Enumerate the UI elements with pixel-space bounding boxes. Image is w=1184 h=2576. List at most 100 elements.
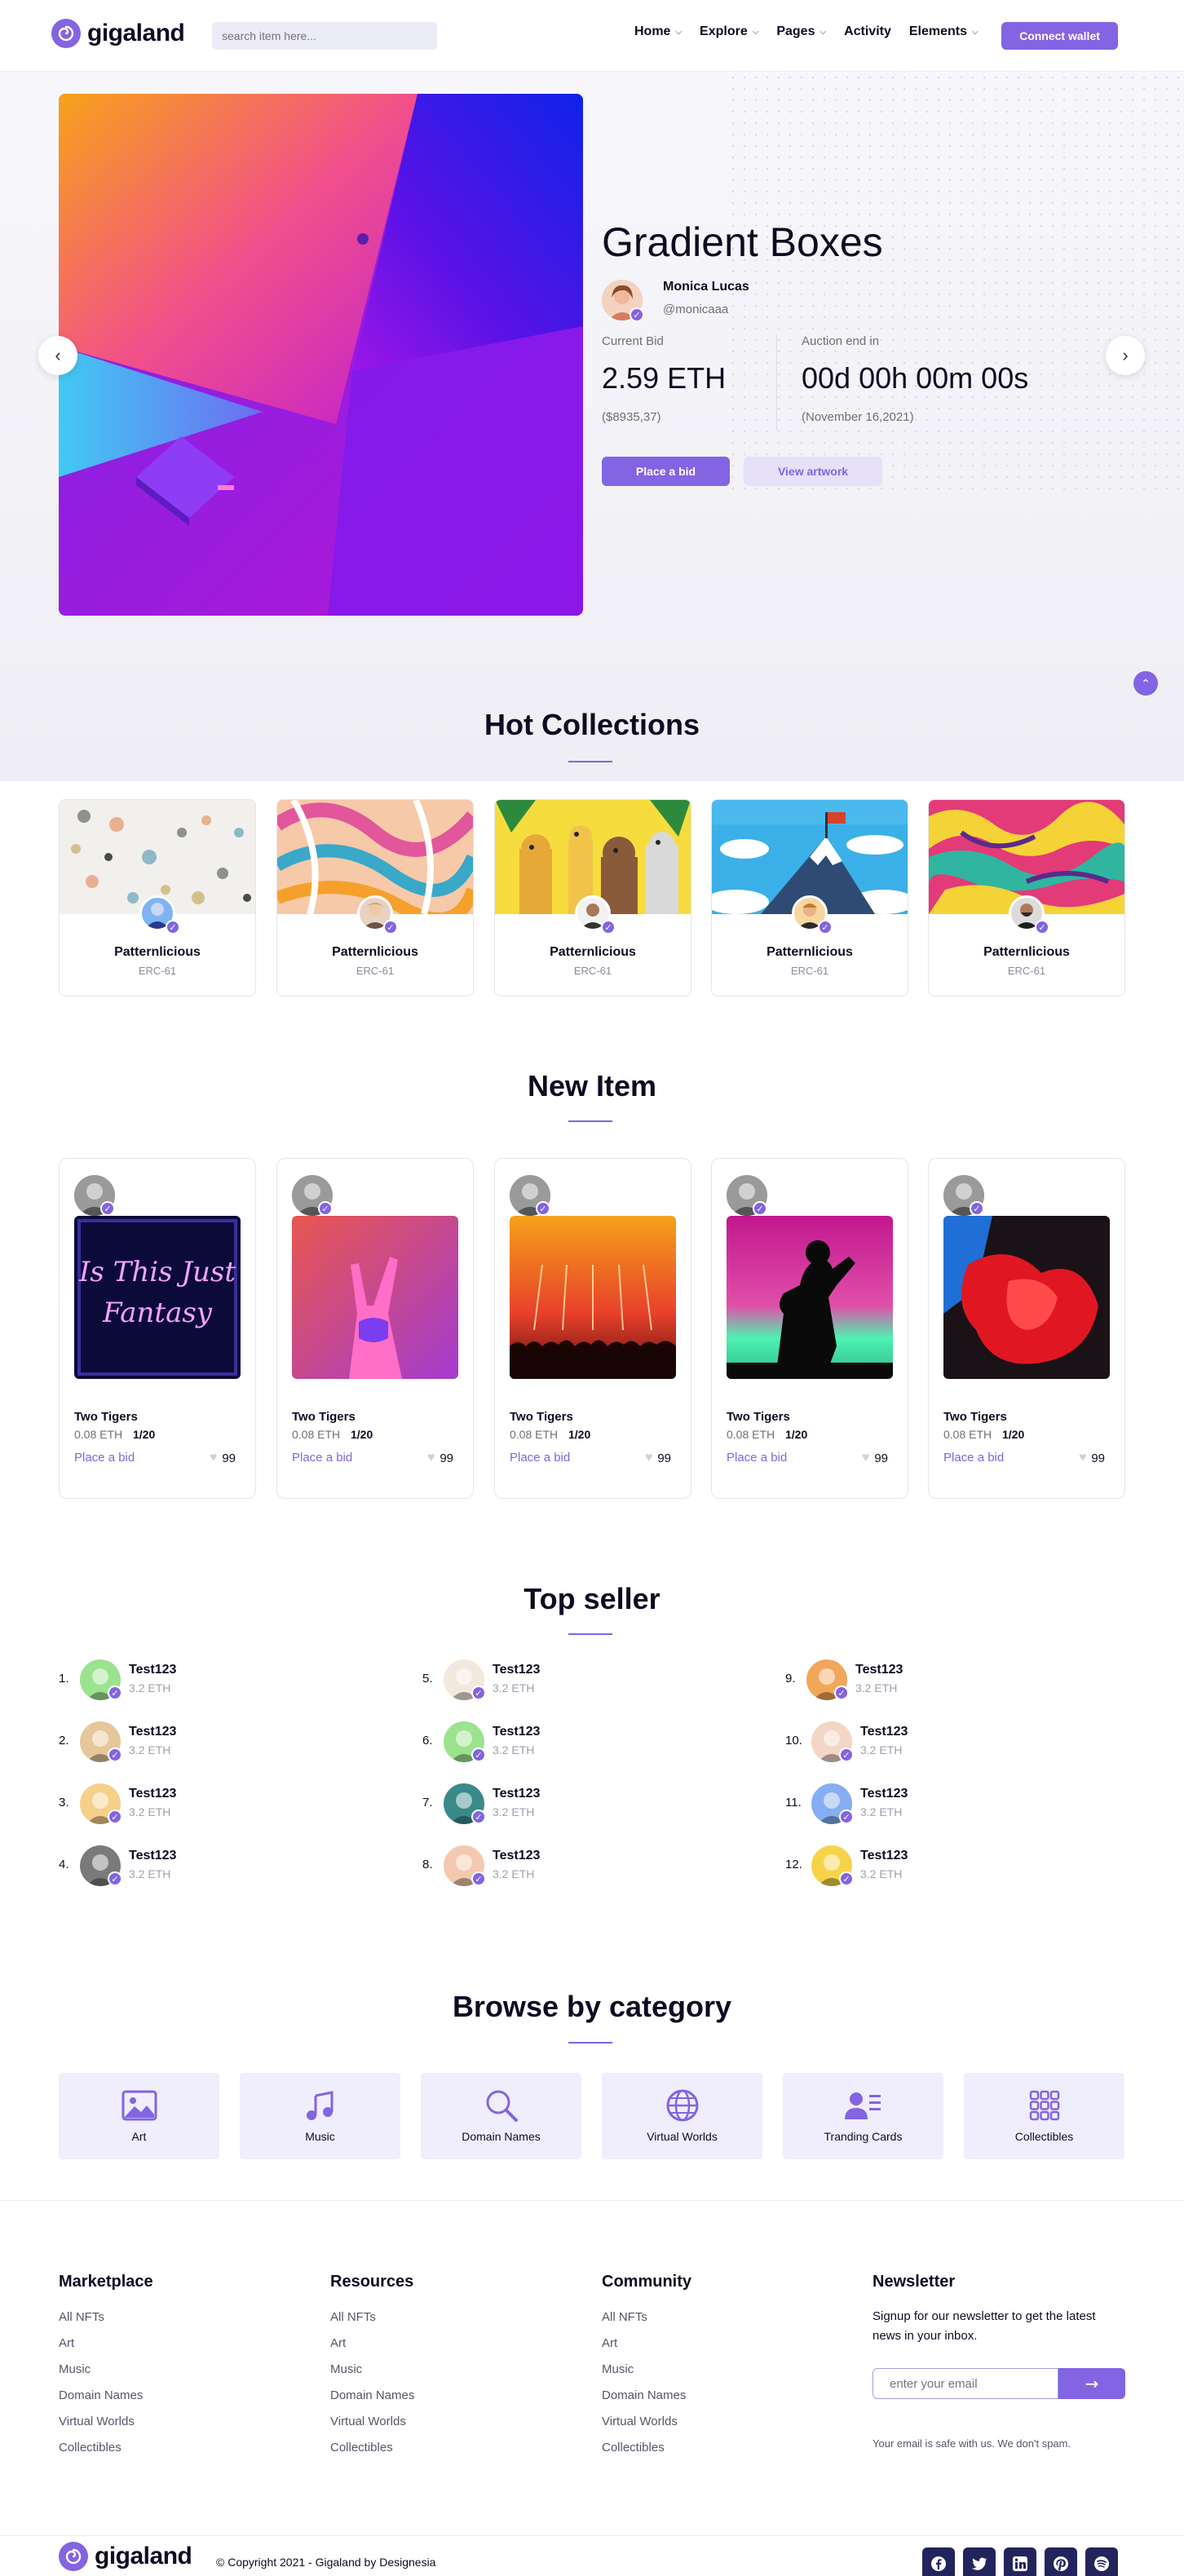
footer-link[interactable]: Collectibles <box>602 2441 665 2454</box>
place-bid-link[interactable]: Place a bid <box>74 1451 135 1465</box>
rss-icon[interactable] <box>1085 2547 1118 2576</box>
like-button[interactable]: ♥ 99 <box>1079 1451 1105 1465</box>
footer-link[interactable]: Art <box>330 2336 346 2350</box>
seller-eth: 3.2 ETH <box>129 1681 171 1695</box>
item-image[interactable] <box>943 1216 1110 1379</box>
item-name: Two Tigers <box>74 1410 138 1424</box>
seller-name[interactable]: Test123 <box>493 1787 540 1801</box>
item-image[interactable] <box>292 1216 458 1379</box>
seller-item[interactable]: 8. ✓ Test123 3.2 ETH <box>422 1845 667 1886</box>
seller-name[interactable]: Test123 <box>860 1787 908 1801</box>
footer-link[interactable]: Music <box>602 2362 634 2376</box>
verified-check-icon: ✓ <box>753 1201 767 1216</box>
seller-name[interactable]: Test123 <box>493 1663 540 1677</box>
like-button[interactable]: ♥ 99 <box>210 1451 236 1465</box>
collection-card[interactable]: ✓ Patternlicious ERC-61 <box>928 799 1125 996</box>
scroll-up-icon[interactable]: ⌃ <box>1133 671 1158 696</box>
connect-wallet-button[interactable]: Connect wallet <box>1001 22 1118 50</box>
seller-name[interactable]: Test123 <box>129 1787 176 1801</box>
nav-explore[interactable]: Explore ⌵ <box>700 24 758 39</box>
pinterest-icon[interactable] <box>1045 2547 1077 2576</box>
nav-elements[interactable]: Elements ⌵ <box>909 24 979 39</box>
newsletter-email-field[interactable] <box>873 2368 1058 2399</box>
footer-link[interactable]: Art <box>59 2336 74 2350</box>
like-button[interactable]: ♥ 99 <box>427 1451 453 1465</box>
item-image[interactable]: Is This Just Fantasy <box>74 1216 241 1379</box>
seller-name[interactable]: Test123 <box>129 1849 176 1863</box>
category-art[interactable]: Art <box>59 2073 219 2159</box>
seller-item[interactable]: 2. ✓ Test123 3.2 ETH <box>59 1721 303 1762</box>
view-artwork-button[interactable]: View artwork <box>744 457 882 486</box>
category-domain-names[interactable]: Domain Names <box>421 2073 581 2159</box>
seller-item[interactable]: 5. ✓ Test123 3.2 ETH <box>422 1659 667 1700</box>
footer-link[interactable]: Collectibles <box>330 2441 393 2454</box>
seller-name[interactable]: Test123 <box>860 1849 908 1863</box>
item-image[interactable] <box>727 1216 893 1379</box>
nav-pages[interactable]: Pages ⌵ <box>776 24 826 39</box>
category-collectibles[interactable]: Collectibles <box>964 2073 1124 2159</box>
footer-link[interactable]: All NFTs <box>59 2310 104 2324</box>
seller-item[interactable]: 12. ✓ Test123 3.2 ETH <box>785 1845 1030 1886</box>
nav-home[interactable]: Home ⌵ <box>634 24 682 39</box>
item-image[interactable] <box>510 1216 676 1379</box>
search-input[interactable] <box>212 22 437 50</box>
place-bid-link[interactable]: Place a bid <box>510 1451 570 1465</box>
seller-item[interactable]: 6. ✓ Test123 3.2 ETH <box>422 1721 667 1762</box>
item-card[interactable]: ✓ Two Tigers 0.08 ETH 1/20 Place a bid ♥… <box>276 1158 474 1499</box>
item-card[interactable]: ✓ Two Tigers 0.08 ETH 1/20 Place a bid ♥… <box>711 1158 908 1499</box>
category-virtual-worlds[interactable]: Virtual Worlds <box>602 2073 762 2159</box>
logo[interactable]: gigaland <box>51 19 185 48</box>
footer-link[interactable]: Collectibles <box>59 2441 121 2454</box>
footer-link[interactable]: Music <box>59 2362 91 2376</box>
footer-link[interactable]: All NFTs <box>330 2310 376 2324</box>
footer-link[interactable]: Art <box>602 2336 617 2350</box>
like-button[interactable]: ♥ 99 <box>862 1451 888 1465</box>
seller-item[interactable]: 10. ✓ Test123 3.2 ETH <box>785 1721 1030 1762</box>
collection-card[interactable]: ✓ Patternlicious ERC-61 <box>494 799 691 996</box>
place-bid-link[interactable]: Place a bid <box>943 1451 1004 1465</box>
author-name[interactable]: Monica Lucas <box>663 280 749 294</box>
place-bid-button[interactable]: Place a bid <box>602 457 730 486</box>
seller-name[interactable]: Test123 <box>855 1663 903 1677</box>
item-card[interactable]: ✓ Is This Just Fantasy Two Tigers 0.08 ET… <box>59 1158 256 1499</box>
seller-name[interactable]: Test123 <box>493 1849 540 1863</box>
carousel-prev-arrow-icon[interactable]: ‹ <box>38 336 77 375</box>
seller-item[interactable]: 11. ✓ Test123 3.2 ETH <box>785 1783 1030 1824</box>
facebook-icon[interactable] <box>922 2547 955 2576</box>
seller-item[interactable]: 9. ✓ Test123 3.2 ETH <box>785 1659 1030 1700</box>
hero-artwork-image[interactable] <box>59 94 583 616</box>
place-bid-link[interactable]: Place a bid <box>292 1451 352 1465</box>
footer-link[interactable]: Virtual Worlds <box>59 2415 135 2428</box>
carousel-next-arrow-icon[interactable]: › <box>1106 336 1145 375</box>
seller-name[interactable]: Test123 <box>860 1725 908 1739</box>
collection-card[interactable]: ✓ Patternlicious ERC-61 <box>59 799 256 996</box>
footer-logo[interactable]: gigaland <box>59 2542 192 2571</box>
nav-activity[interactable]: Activity <box>844 24 891 39</box>
category-music[interactable]: Music <box>240 2073 400 2159</box>
linkedin-icon[interactable] <box>1004 2547 1036 2576</box>
footer-link[interactable]: Virtual Worlds <box>602 2415 678 2428</box>
footer-link[interactable]: Domain Names <box>602 2388 686 2402</box>
footer-link[interactable]: Domain Names <box>59 2388 143 2402</box>
seller-item[interactable]: 1. ✓ Test123 3.2 ETH <box>59 1659 303 1700</box>
newsletter-submit-button[interactable]: → <box>1058 2368 1125 2399</box>
place-bid-link[interactable]: Place a bid <box>727 1451 787 1465</box>
category-trading-cards[interactable]: Tranding Cards <box>783 2073 943 2159</box>
footer-link[interactable]: All NFTs <box>602 2310 647 2324</box>
seller-name[interactable]: Test123 <box>129 1663 176 1677</box>
item-card[interactable]: ✓ Two Tigers 0.08 ETH 1/20 Place a bid ♥… <box>928 1158 1125 1499</box>
like-button[interactable]: ♥ 99 <box>645 1451 671 1465</box>
seller-item[interactable]: 7. ✓ Test123 3.2 ETH <box>422 1783 667 1824</box>
twitter-icon[interactable] <box>963 2547 996 2576</box>
seller-item[interactable]: 4. ✓ Test123 3.2 ETH <box>59 1845 303 1886</box>
seller-eth: 3.2 ETH <box>860 1743 903 1756</box>
seller-name[interactable]: Test123 <box>129 1725 176 1739</box>
footer-link[interactable]: Music <box>330 2362 362 2376</box>
seller-item[interactable]: 3. ✓ Test123 3.2 ETH <box>59 1783 303 1824</box>
footer-link[interactable]: Virtual Worlds <box>330 2415 406 2428</box>
footer-link[interactable]: Domain Names <box>330 2388 414 2402</box>
collection-card[interactable]: ✓ Patternlicious ERC-61 <box>711 799 908 996</box>
collection-card[interactable]: ✓ Patternlicious ERC-61 <box>276 799 474 996</box>
seller-name[interactable]: Test123 <box>493 1725 540 1739</box>
item-card[interactable]: ✓ Two Tigers 0.08 ETH 1/20 Place a bid ♥… <box>494 1158 691 1499</box>
